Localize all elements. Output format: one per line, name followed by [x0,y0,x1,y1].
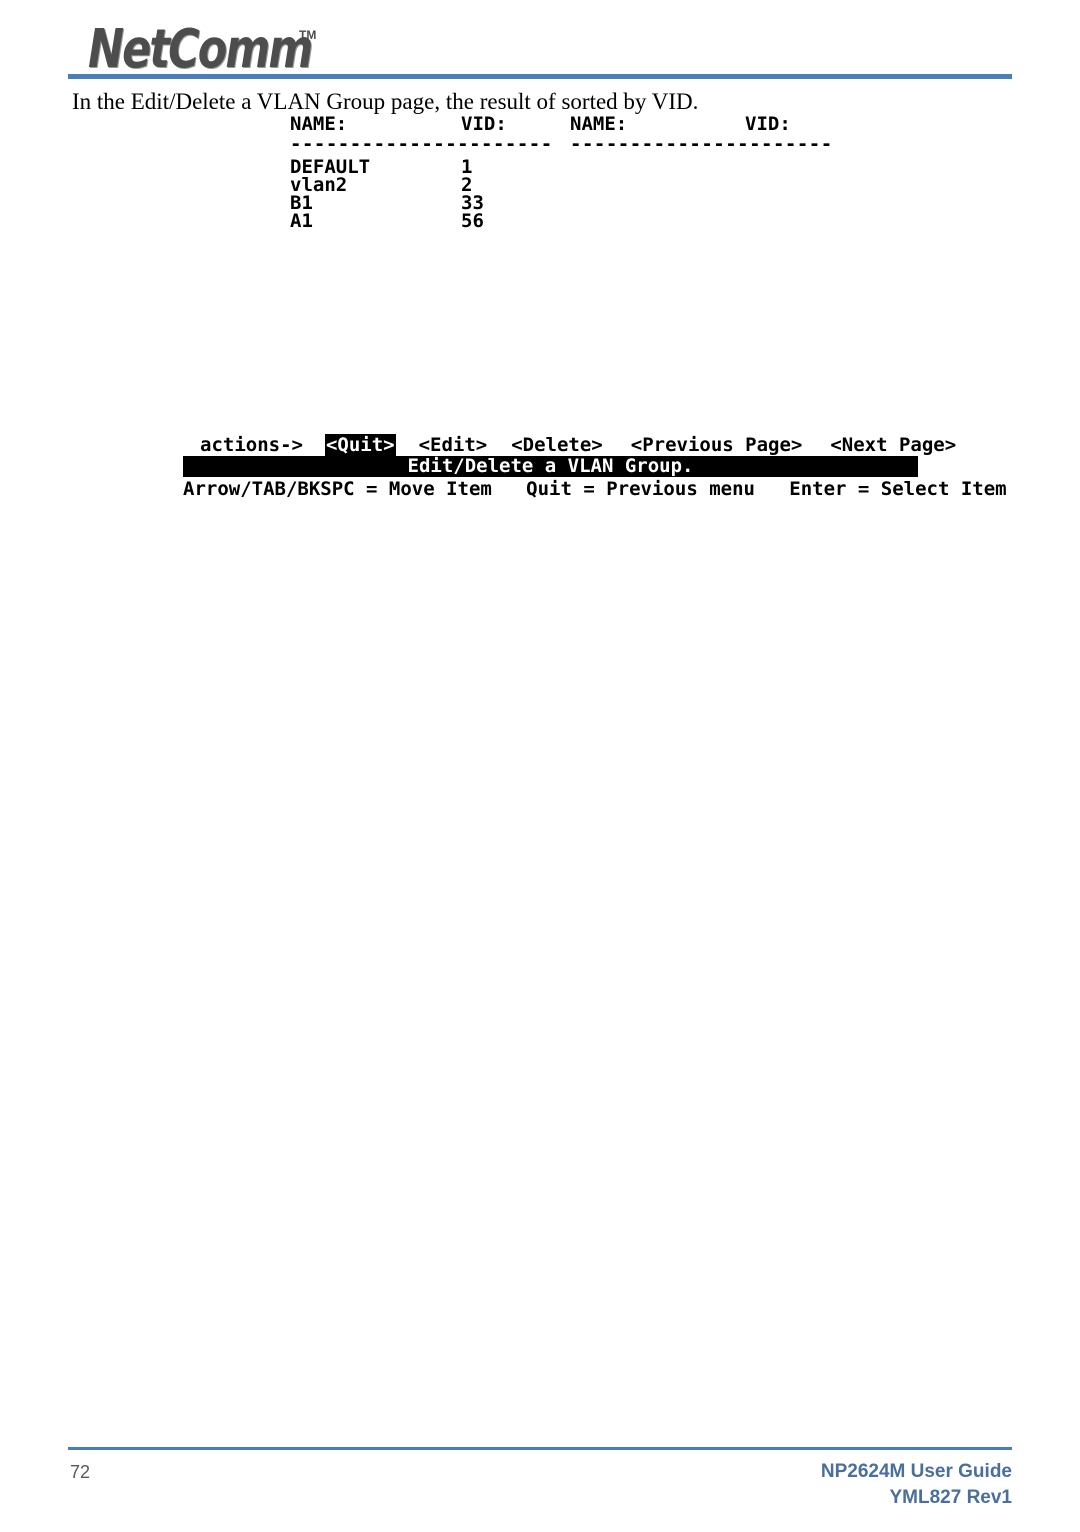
document-page: NetComm TM In the Edit/Delete a VLAN Gro… [0,0,1080,1532]
keyboard-help-line: Arrow/TAB/BKSPC = Move Item Quit = Previ… [183,478,1007,500]
footer-guide-title: NP2624M User Guide [820,1461,1012,1482]
status-bar: Edit/Delete a VLAN Group. [183,456,918,477]
vlan-row-vid: 56 [461,210,484,232]
footer-divider-rule [68,1447,1012,1450]
column-header-vid-left: VID: [461,113,507,135]
action-previous-page[interactable]: <Previous Page> [630,434,804,456]
actions-label: actions-> [200,434,303,456]
page-header: NetComm TM [0,0,1080,86]
column-header-name-right: NAME: [570,113,628,135]
body-paragraph: In the Edit/Delete a VLAN Group page, th… [72,89,699,114]
netcomm-logo: NetComm [88,18,313,81]
footer-page-number: 72 [70,1462,91,1482]
vlan-row-name: A1 [290,210,313,232]
action-delete[interactable]: <Delete> [510,434,604,456]
column-separator-right: ---------------------- [570,133,833,155]
column-separator-left: ---------------------- [290,133,553,155]
column-header-vid-right: VID: [745,113,791,135]
footer-document-info: NP2624M User Guide YML827 Rev1 [821,1459,1012,1511]
actions-bar: actions-> <Quit> <Edit> <Delete> <Previous P… [183,434,957,456]
action-quit[interactable]: <Quit> [324,434,396,456]
header-divider-rule [68,74,1012,79]
action-edit[interactable]: <Edit> [418,434,489,456]
action-next-page[interactable]: <Next Page> [829,434,957,456]
column-header-name-left: NAME: [290,113,348,135]
terminal-console-capture: NAME: VID: NAME: VID: ------------------… [183,113,1007,500]
footer-revision: YML827 Rev1 [889,1487,1012,1508]
trademark-symbol: TM [299,28,317,42]
